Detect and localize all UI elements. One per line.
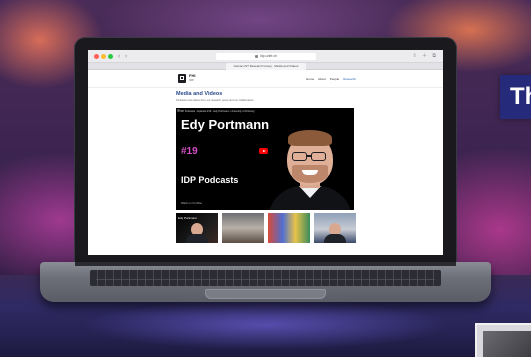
address-text: idp.unifr.ch: [260, 54, 277, 58]
laptop-screen: ‹ › idp.unifr.ch ⇧ ＋ ⧉ Human-IST Researc…: [88, 50, 443, 255]
tab-strip: Human-IST Research Group · Media and Vid…: [88, 63, 443, 70]
close-window-icon[interactable]: [94, 54, 99, 59]
thumbnail-4-body: [324, 234, 346, 243]
nav-people[interactable]: People: [330, 77, 339, 81]
media-description: Podcasts and videos from our research gr…: [176, 99, 255, 102]
side-banner-text: Th: [510, 83, 531, 110]
maximize-window-icon[interactable]: [108, 54, 113, 59]
thumbnail-3[interactable]: [268, 213, 310, 243]
site-nav: Home About People Research: [306, 77, 356, 81]
video-player[interactable]: IDP Podcasts - Episode #19 · Edy Portman…: [176, 108, 354, 210]
side-banner: Th: [500, 75, 531, 119]
media-section: Media and Videos Podcasts and videos fro…: [176, 91, 356, 103]
forward-arrow-icon[interactable]: ›: [125, 52, 127, 61]
side-photo: [483, 331, 531, 357]
youtube-play-icon[interactable]: [259, 148, 268, 154]
guest-hair: [288, 130, 332, 146]
watch-on-youtube[interactable]: Watch on YouTube: [181, 202, 202, 205]
site-header: FHI IDP Home About People Research: [88, 70, 443, 88]
back-arrow-icon[interactable]: ‹: [118, 52, 120, 61]
thumbnail-1-label: Edy Portmann: [178, 216, 198, 220]
toolbar-icons[interactable]: ⇧ ＋ ⧉: [412, 53, 438, 60]
minimize-window-icon[interactable]: [101, 54, 106, 59]
address-bar[interactable]: idp.unifr.ch: [216, 53, 316, 60]
episode-number: #19: [181, 146, 198, 157]
keyboard: [90, 270, 441, 286]
video-title[interactable]: IDP Podcasts - Episode #19 · Edy Portman…: [180, 110, 254, 113]
guest-smile: [302, 170, 318, 175]
nav-about[interactable]: About: [318, 77, 326, 81]
browser-tab-title: Human-IST Research Group · Media and Vid…: [233, 64, 299, 68]
side-photo-card: [475, 323, 531, 357]
trackpad: [205, 289, 326, 299]
media-title: Media and Videos: [176, 91, 223, 97]
desk-glow: [80, 300, 451, 350]
glasses-bridge: [307, 155, 311, 157]
thumbnail-1[interactable]: Edy Portmann: [176, 213, 218, 243]
lock-icon: [255, 54, 259, 58]
keyboard-row-divider: [96, 279, 435, 280]
guest-name: Edy Portmann: [181, 117, 270, 132]
logo-mark-icon: [180, 76, 184, 80]
video-thumbnails: Edy Portmann: [176, 213, 356, 243]
podcast-series: IDP Podcasts: [181, 175, 239, 185]
glasses-right-lens: [311, 152, 326, 161]
thumbnail-1-body: [186, 234, 208, 243]
site-logo[interactable]: [178, 74, 186, 83]
nav-home[interactable]: Home: [306, 77, 314, 81]
laptop-hinge: [75, 262, 456, 266]
browser-tab[interactable]: Human-IST Research Group · Media and Vid…: [226, 63, 306, 70]
logo-subtitle: IDP: [189, 78, 195, 82]
glasses-left-lens: [292, 152, 307, 161]
thumbnail-2[interactable]: [222, 213, 264, 243]
nav-research[interactable]: Research: [343, 77, 356, 81]
thumbnail-4[interactable]: [314, 213, 356, 243]
browser-toolbar: ‹ › idp.unifr.ch ⇧ ＋ ⧉: [88, 50, 443, 63]
